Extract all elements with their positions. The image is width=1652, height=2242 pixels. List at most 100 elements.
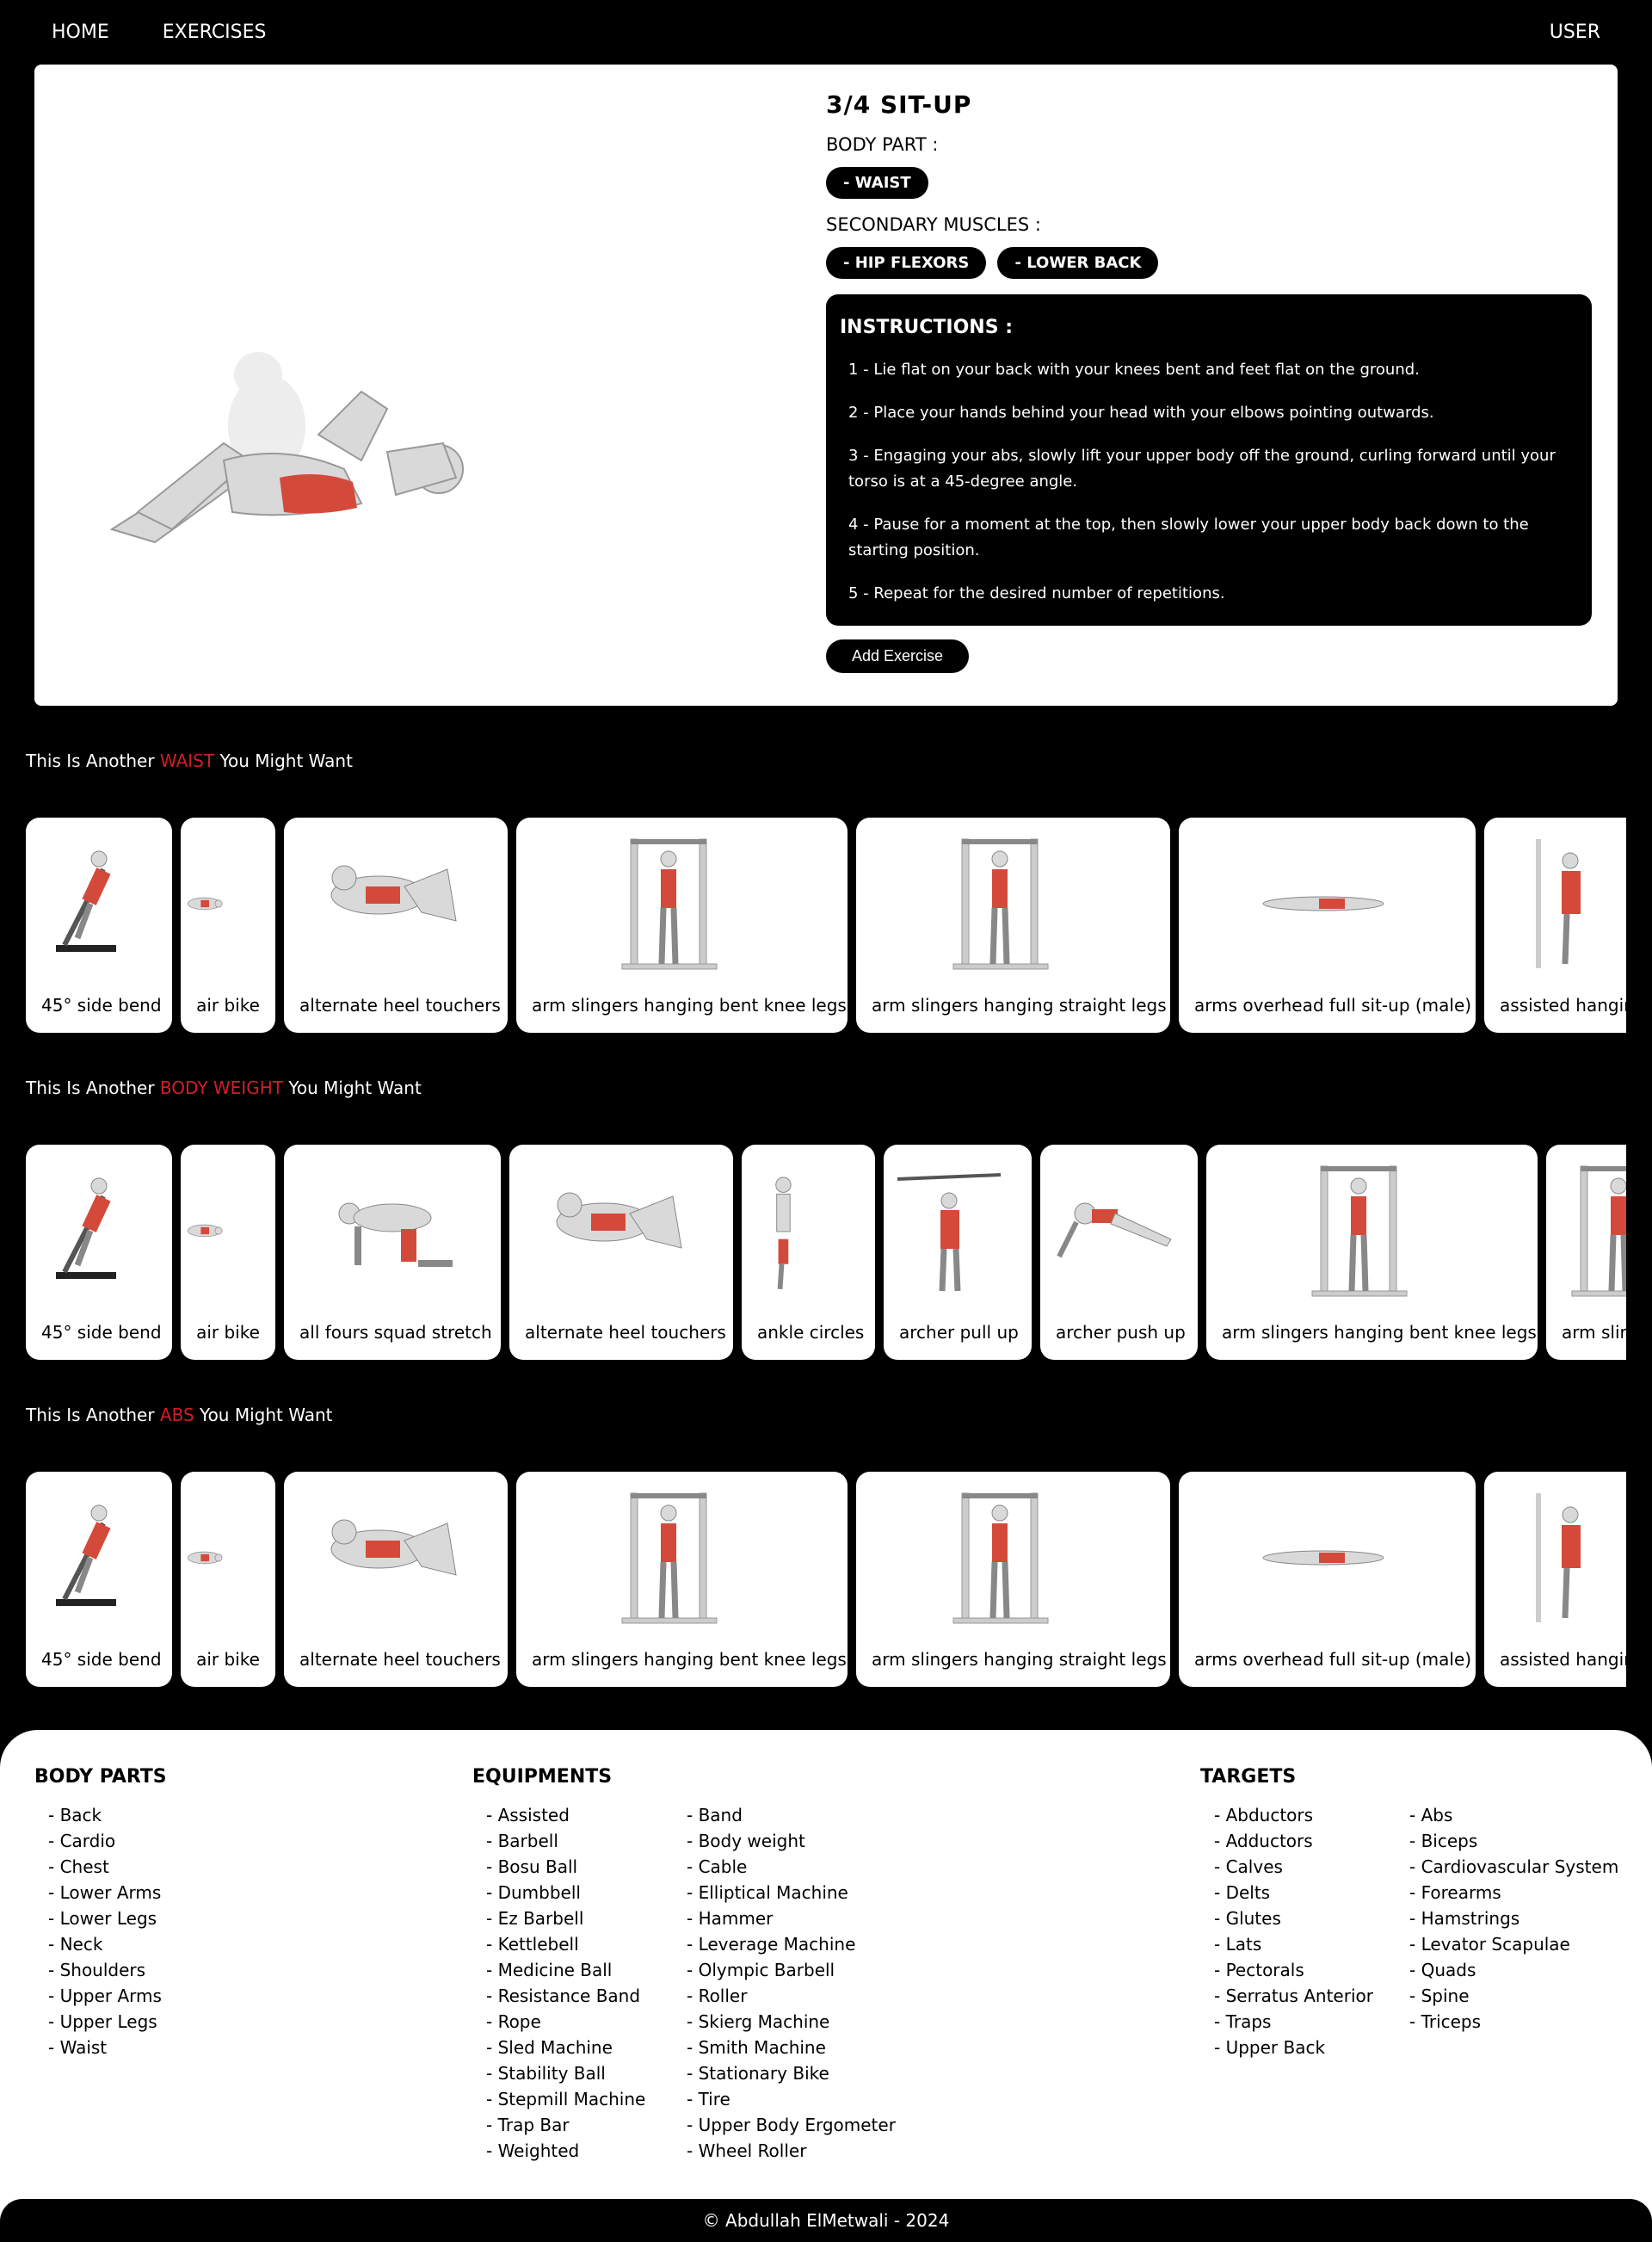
body-parts-list-item[interactable]: - Upper Arms — [34, 1983, 293, 2009]
exercise-card[interactable]: arms overhead full sit-up (male) — [1179, 818, 1476, 1033]
equipments-list-item[interactable]: - Dumbbell — [472, 1880, 670, 1905]
exercise-card-name: arm slingers hanging bent knee legs — [532, 1649, 847, 1670]
exercise-card[interactable]: arm slingers hanging straight legs — [1546, 1145, 1626, 1360]
equipments-list-item[interactable]: - Band — [673, 1802, 931, 1828]
exercise-card[interactable]: all fours squad stretch — [284, 1145, 501, 1360]
exercise-card[interactable]: assisted hanging knee raise — [1484, 818, 1626, 1033]
instruction-step: 2 - Place your hands behind your head wi… — [848, 404, 1434, 422]
exercise-card[interactable]: arm slingers hanging bent knee legs — [516, 818, 848, 1033]
body-parts-list-item[interactable]: - Neck — [34, 1931, 293, 1957]
exercise-card[interactable]: arms overhead full sit-up (male) — [1179, 1472, 1476, 1687]
targets-list-item[interactable]: - Abductors — [1200, 1802, 1394, 1828]
exercise-card[interactable]: arm slingers hanging straight legs — [856, 1472, 1170, 1687]
equipments-list-item[interactable]: - Trap Bar — [472, 2112, 670, 2138]
body-parts-list-item[interactable]: - Back — [34, 1802, 293, 1828]
targets-list-item[interactable]: - Abs — [1396, 1802, 1652, 1828]
equipments-list-item[interactable]: - Rope — [472, 2009, 670, 2035]
exercise-card[interactable]: archer push up — [1040, 1145, 1198, 1360]
targets-list-item[interactable]: - Biceps — [1396, 1828, 1652, 1854]
exercise-card[interactable]: air bike — [181, 1145, 275, 1360]
equipments-list-item[interactable]: - Body weight — [673, 1828, 931, 1854]
targets-list-item[interactable]: - Serratus Anterior — [1200, 1983, 1394, 2009]
exercise-card[interactable]: assisted hanging knee raise — [1484, 1472, 1626, 1687]
equipments-list-item[interactable]: - Barbell — [472, 1828, 670, 1854]
targets-list-item[interactable]: - Quads — [1396, 1957, 1652, 1983]
body-parts-list-item[interactable]: - Waist — [34, 2035, 293, 2060]
secondary-muscle-badge: - LOWER BACK — [997, 247, 1159, 279]
targets-list-item[interactable]: - Levator Scapulae — [1396, 1931, 1652, 1957]
targets-list-item[interactable]: - Spine — [1396, 1983, 1652, 2009]
exercise-card[interactable]: 45° side bend — [26, 1145, 172, 1360]
section-highlight: BODY WEIGHT — [159, 1078, 283, 1098]
equipments-list-item[interactable]: - Stepmill Machine — [472, 2086, 670, 2112]
equipments-list-item[interactable]: - Sled Machine — [472, 2035, 670, 2060]
equipments-list-item[interactable]: - Bosu Ball — [472, 1854, 670, 1880]
targets-list-item[interactable]: - Forearms — [1396, 1880, 1652, 1905]
targets-list-item[interactable]: - Upper Back — [1200, 2035, 1394, 2060]
equipments-list-item[interactable]: - Skierg Machine — [673, 2009, 931, 2035]
equipments-list-item[interactable]: - Resistance Band — [472, 1983, 670, 2009]
equipments-list-item[interactable]: - Wheel Roller — [673, 2138, 931, 2164]
related-exercises-row[interactable]: 45° side bend air bike alternate heel touc… — [26, 818, 1626, 1033]
equipments-list-item[interactable]: - Roller — [673, 1983, 931, 2009]
related-exercises-row[interactable]: 45° side bend air bike all fours squad str… — [26, 1145, 1626, 1360]
targets-list-item[interactable]: - Glutes — [1200, 1905, 1394, 1931]
targets-list-item[interactable]: - Adductors — [1200, 1828, 1394, 1854]
exercise-card-name: arm slingers hanging bent knee legs — [1222, 1322, 1537, 1343]
exercise-card[interactable]: alternate heel touchers — [509, 1145, 733, 1360]
exercise-card[interactable]: ankle circles — [742, 1145, 875, 1360]
equipments-list-item[interactable]: - Upper Body Ergometer — [673, 2112, 931, 2138]
exercise-card[interactable]: 45° side bend — [26, 1472, 172, 1687]
targets-list-item[interactable]: - Pectorals — [1200, 1957, 1394, 1983]
exercise-card[interactable]: arm slingers hanging straight legs — [856, 818, 1170, 1033]
section-highlight: ABS — [159, 1405, 194, 1425]
targets-list-item[interactable]: - Calves — [1200, 1854, 1394, 1880]
body-parts-list-item[interactable]: - Cardio — [34, 1828, 293, 1854]
equipments-list: - Assisted - Barbell - Bosu Ball - Dumbbell… — [472, 1802, 670, 2164]
exercise-card[interactable]: arm slingers hanging bent knee legs — [516, 1472, 848, 1687]
equipments-list-item[interactable]: - Medicine Ball — [472, 1957, 670, 1983]
body-parts-list-item[interactable]: - Shoulders — [34, 1957, 293, 1983]
nav-home-link[interactable]: HOME — [52, 22, 109, 43]
nav-user-link[interactable]: USER — [1550, 22, 1600, 43]
equipments-list-item[interactable]: - Kettlebell — [472, 1931, 670, 1957]
equipments-list-item[interactable]: - Tire — [673, 2086, 931, 2112]
targets-list-item[interactable]: - Delts — [1200, 1880, 1394, 1905]
related-exercises-row[interactable]: 45° side bend air bike alternate heel touc… — [26, 1472, 1626, 1687]
body-parts-list-item[interactable]: - Lower Arms — [34, 1880, 293, 1905]
section-suffix: You Might Want — [282, 1078, 422, 1098]
add-exercise-button[interactable]: Add Exercise — [826, 639, 970, 673]
targets-list-item[interactable]: - Hamstrings — [1396, 1905, 1652, 1931]
targets-list-item[interactable]: - Triceps — [1396, 2009, 1652, 2035]
body-parts-list-item[interactable]: - Lower Legs — [34, 1905, 293, 1931]
equipments-list-item[interactable]: - Assisted — [472, 1802, 670, 1828]
top-nav: HOME EXERCISES USER — [0, 0, 1652, 65]
targets-list-item[interactable]: - Lats — [1200, 1931, 1394, 1957]
targets-list-item[interactable]: - Traps — [1200, 2009, 1394, 2035]
equipments-list-item[interactable]: - Cable — [673, 1854, 931, 1880]
equipments-list-item[interactable]: - Leverage Machine — [673, 1931, 931, 1957]
body-parts-list: - Back - Cardio - Chest - Lower Arms - Lower… — [34, 1802, 293, 2060]
equipments-list-item[interactable]: - Elliptical Machine — [673, 1880, 931, 1905]
body-parts-list-item[interactable]: - Upper Legs — [34, 2009, 293, 2035]
exercise-card[interactable]: 45° side bend — [26, 818, 172, 1033]
exercise-card[interactable]: archer pull up — [884, 1145, 1032, 1360]
equipments-list-item[interactable]: - Stationary Bike — [673, 2060, 931, 2086]
body-part-badge: - WAIST — [826, 167, 928, 199]
exercise-card[interactable]: air bike — [181, 1472, 275, 1687]
body-parts-list-item[interactable]: - Chest — [34, 1854, 293, 1880]
targets-list-item[interactable]: - Cardiovascular System — [1396, 1854, 1652, 1880]
exercise-card-name: all fours squad stretch — [299, 1322, 492, 1343]
equipments-list-item[interactable]: - Ez Barbell — [472, 1905, 670, 1931]
equipments-list-item[interactable]: - Hammer — [673, 1905, 931, 1931]
equipments-list-item[interactable]: - Olympic Barbell — [673, 1957, 931, 1983]
exercise-card[interactable]: arm slingers hanging bent knee legs — [1206, 1145, 1538, 1360]
equipments-list-item[interactable]: - Weighted — [472, 2138, 670, 2164]
exercise-card[interactable]: alternate heel touchers — [284, 818, 508, 1033]
nav-exercises-link[interactable]: EXERCISES — [163, 22, 267, 43]
equipments-list-item[interactable]: - Smith Machine — [673, 2035, 931, 2060]
exercise-card-name: 45° side bend — [41, 995, 162, 1016]
equipments-list-item[interactable]: - Stability Ball — [472, 2060, 670, 2086]
exercise-card[interactable]: air bike — [181, 818, 275, 1033]
exercise-card[interactable]: alternate heel touchers — [284, 1472, 508, 1687]
